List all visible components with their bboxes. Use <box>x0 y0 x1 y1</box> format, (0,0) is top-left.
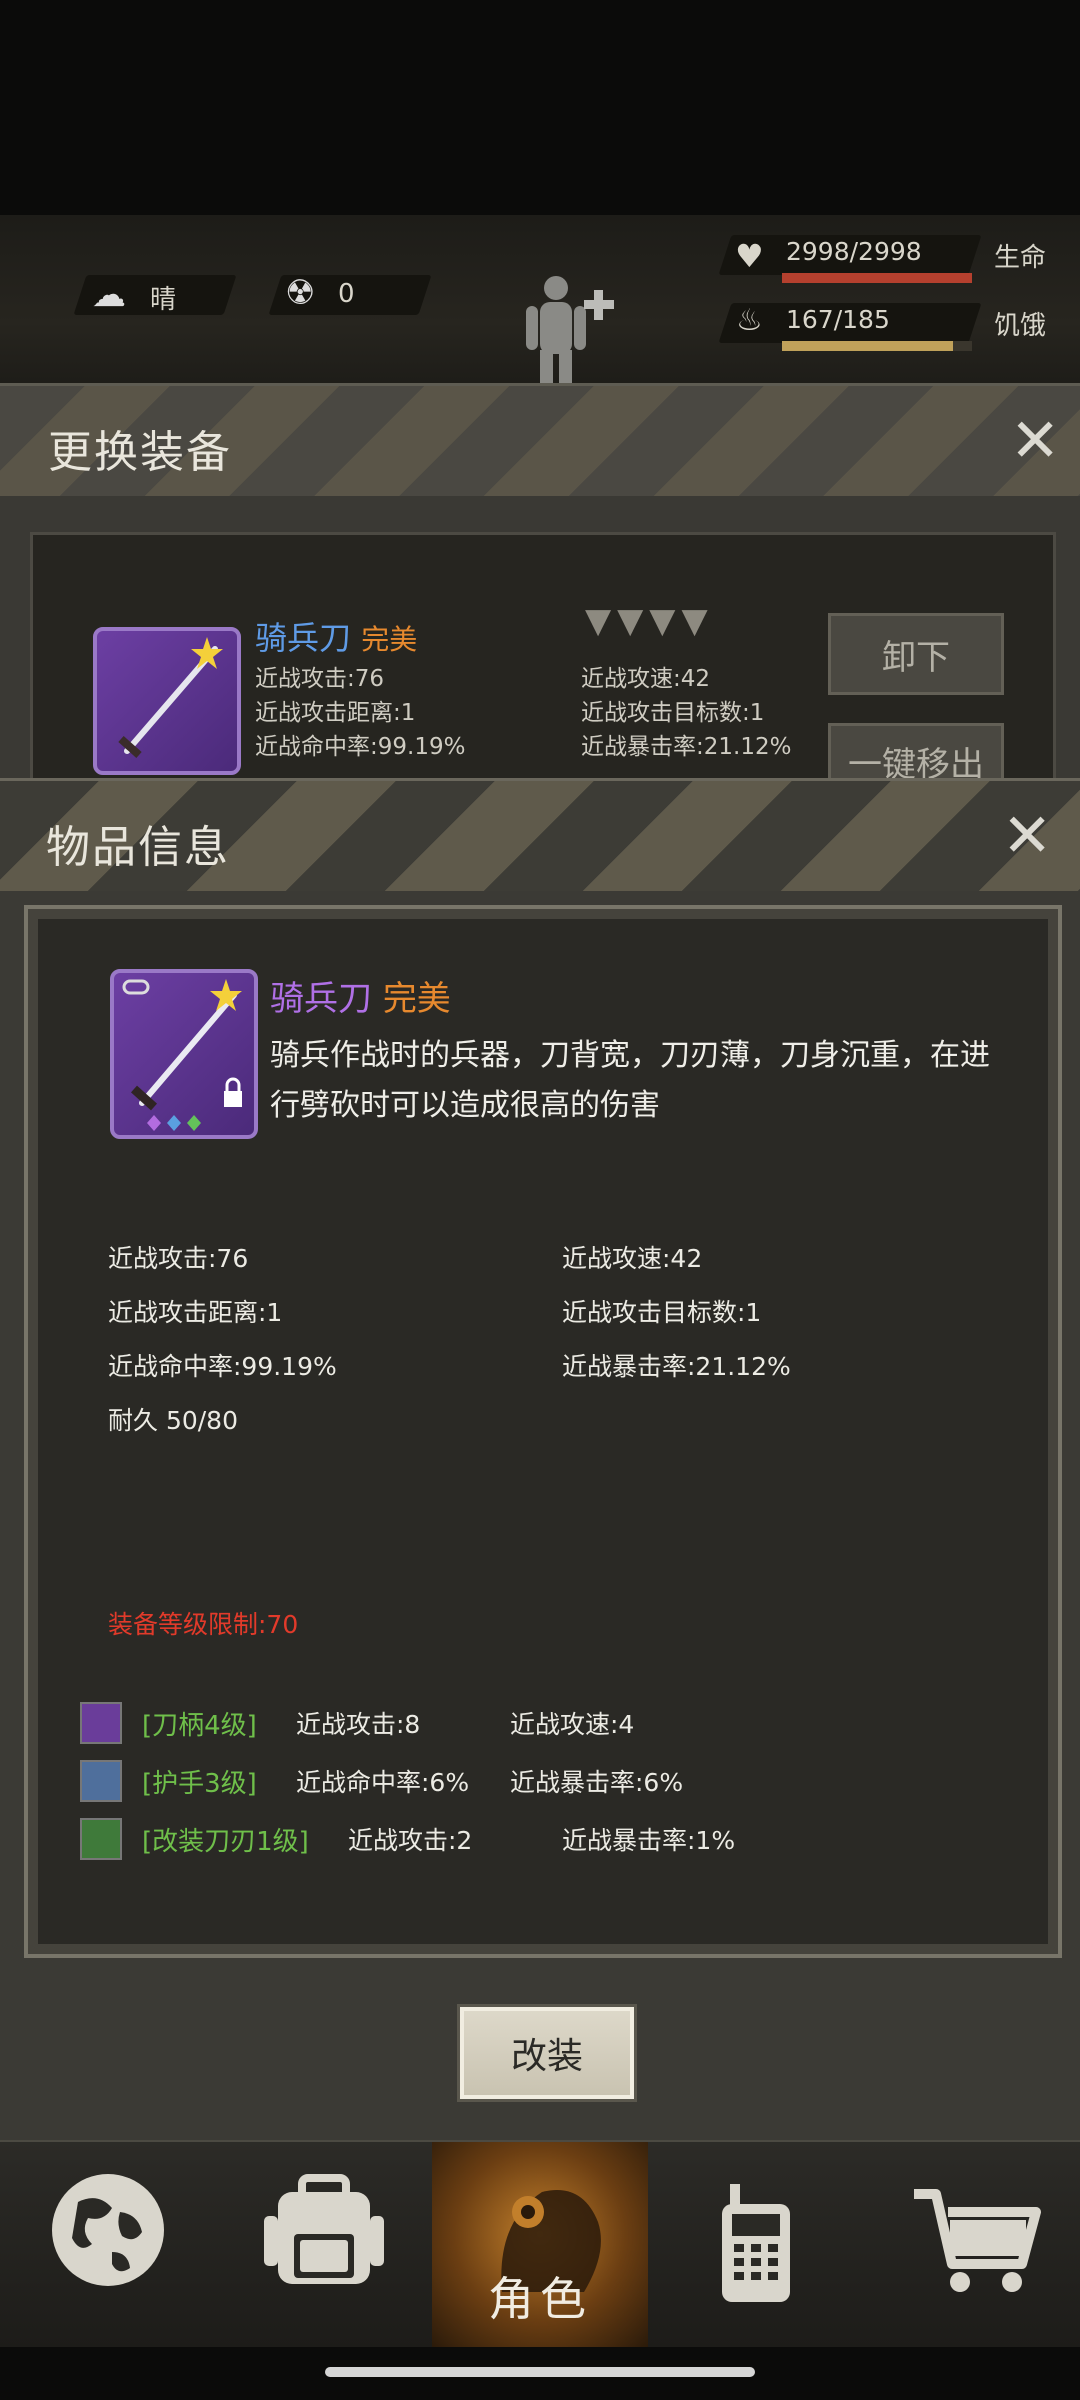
saber-icon <box>122 979 242 1131</box>
eq-stat-melee-speed: 近战攻速:42 <box>581 666 711 692</box>
stat-melee-targets: 近战攻击目标数:1 <box>562 1298 762 1327</box>
backpack-icon <box>264 2174 384 2284</box>
modal-title: 物品信息 <box>46 822 230 873</box>
stat-durability: 耐久 50/80 <box>108 1406 238 1435</box>
weather-icon: ☁ <box>92 275 126 315</box>
equipped-item-name: 骑兵刀 完美 <box>255 619 418 657</box>
body-status-icon[interactable] <box>520 270 620 400</box>
eq-stat-melee-targets: 近战攻击目标数:1 <box>581 700 765 726</box>
eq-stat-melee-attack: 近战攻击:76 <box>255 666 385 692</box>
nav-backpack[interactable] <box>216 2142 432 2347</box>
nav-shop[interactable] <box>864 2142 1080 2347</box>
shopping-cart-icon <box>914 2189 1041 2292</box>
bottom-nav: 角色 <box>0 2140 1080 2347</box>
modify-button[interactable]: 改装 <box>460 2007 634 2099</box>
radiation-value: 0 <box>338 279 355 309</box>
stat-melee-hit: 近战命中率:99.19% <box>108 1352 337 1381</box>
weather-text: 晴 <box>150 285 177 315</box>
item-quality: 完美 <box>382 979 451 1019</box>
globe-icon <box>52 2174 164 2286</box>
status-hud: ☁ 晴 ☢ 0 ♥ 2998/2998 生命 ♨ 167/185 饥饿 <box>0 215 1080 398</box>
stat-melee-attack: 近战攻击:76 <box>108 1244 249 1273</box>
radio-icon <box>722 2184 790 2302</box>
hunger-label: 饥饿 <box>994 311 1047 341</box>
stat-melee-crit: 近战暴击率:21.12% <box>562 1352 791 1381</box>
unequip-button[interactable]: 卸下 <box>828 613 1004 695</box>
mod-handle-stat1: 近战攻击:8 <box>296 1710 421 1739</box>
eq-stat-melee-hit: 近战命中率:99.19% <box>255 734 466 760</box>
item-description: 骑兵作战时的兵器，刀背宽，刀刃薄，刀身沉重，在进行劈砍时可以造成很高的伤害 <box>270 1038 990 1123</box>
eq-stat-melee-crit: 近战暴击率:21.12% <box>581 734 792 760</box>
health-bar <box>782 273 972 283</box>
nav-radio[interactable] <box>648 2142 864 2347</box>
mod-guard-stat2: 近战暴击率:6% <box>510 1768 684 1797</box>
item-icon-slot <box>110 969 258 1139</box>
panel-title: 更换装备 <box>48 427 232 478</box>
blade-mod-icon <box>80 1818 122 1860</box>
mod-tag-handle: [刀柄4级] <box>142 1711 257 1741</box>
mod-tag-guard: [护手3级] <box>142 1769 257 1799</box>
armor-slots-icon: ▼▼▼▼ <box>585 601 714 641</box>
nav-character-label: 角色 <box>488 2272 592 2326</box>
eq-stat-melee-range: 近战攻击距离:1 <box>255 700 416 726</box>
hunger-bar <box>782 341 953 351</box>
guard-mod-icon <box>80 1760 122 1802</box>
nav-world[interactable] <box>0 2142 216 2347</box>
handle-mod-icon <box>80 1702 122 1744</box>
saber-icon <box>118 637 223 758</box>
item-detail-box: 骑兵刀 完美 骑兵作战时的兵器，刀背宽，刀刃薄，刀身沉重，在进行劈砍时可以造成很… <box>24 905 1062 1958</box>
level-requirement: 装备等级限制:70 <box>108 1610 299 1639</box>
mod-blade-stat1: 近战攻击:2 <box>348 1826 473 1855</box>
equipped-item-slot[interactable] <box>93 627 241 775</box>
equipped-item-card[interactable]: 骑兵刀 完美 近战攻击:76 近战攻速:42 近战攻击距离:1 近战攻击目标数:… <box>30 532 1056 799</box>
health-value: 2998/2998 <box>786 237 922 266</box>
hunger-value: 167/185 <box>786 305 890 334</box>
item-name-line: 骑兵刀 完美 <box>270 971 451 1020</box>
home-indicator[interactable] <box>325 2367 755 2377</box>
stat-melee-range: 近战攻击距离:1 <box>108 1298 283 1327</box>
heart-icon: ♥ <box>735 237 764 275</box>
mod-handle-stat2: 近战攻速:4 <box>510 1710 635 1739</box>
close-icon[interactable]: ✕ <box>1010 411 1060 471</box>
nav-character[interactable]: 角色 <box>432 2142 648 2347</box>
mod-guard-stat1: 近战命中率:6% <box>296 1768 470 1797</box>
radiation-icon: ☢ <box>285 273 316 313</box>
mod-blade-stat2: 近战暴击率:1% <box>562 1826 736 1855</box>
health-label: 生命 <box>994 243 1047 273</box>
stomach-icon: ♨ <box>736 303 763 338</box>
close-icon[interactable]: ✕ <box>1002 806 1052 866</box>
mod-tag-blade: [改装刀刃1级] <box>142 1827 309 1857</box>
item-name: 骑兵刀 <box>270 979 372 1019</box>
stat-melee-speed: 近战攻速:42 <box>562 1244 703 1273</box>
